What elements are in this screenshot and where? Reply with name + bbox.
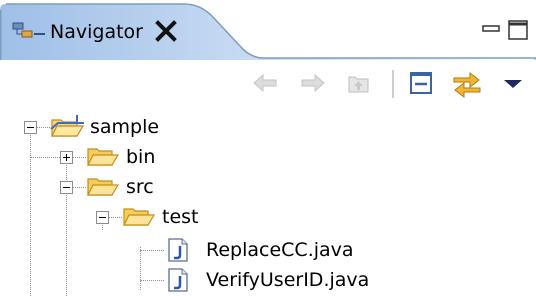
tree-item-sample[interactable]: sample bbox=[50, 112, 170, 142]
back-arrow-icon[interactable] bbox=[248, 66, 282, 100]
tree-guide-line bbox=[30, 127, 31, 296]
view-tab-strip: Navigator bbox=[0, 0, 536, 60]
tree-item-label: test bbox=[162, 206, 199, 228]
tree-guide-line bbox=[66, 157, 67, 296]
tree-guide-line bbox=[30, 157, 60, 158]
collapse-expander[interactable] bbox=[60, 181, 73, 194]
link-with-editor-icon[interactable] bbox=[450, 66, 484, 100]
folder-icon bbox=[87, 148, 120, 166]
toolbar-separator bbox=[392, 70, 395, 98]
navigator-tree: sample bin src test ReplaceCC.java Verif… bbox=[0, 108, 536, 296]
forward-arrow-icon[interactable] bbox=[296, 66, 330, 100]
navigator-view-icon bbox=[12, 22, 46, 42]
tree-guide-line bbox=[108, 217, 122, 218]
view-menu-dropdown-icon[interactable] bbox=[496, 66, 530, 100]
tree-item-label: ReplaceCC.java bbox=[206, 239, 354, 261]
collapse-all-icon[interactable] bbox=[404, 66, 438, 100]
close-icon[interactable] bbox=[153, 18, 179, 44]
java-file-icon bbox=[168, 238, 188, 262]
navigator-view: Navigator sample bin src test ReplaceCC.… bbox=[0, 0, 536, 296]
tree-item-verifyuserid-java[interactable]: VerifyUserID.java bbox=[166, 265, 386, 295]
collapse-expander[interactable] bbox=[96, 211, 109, 224]
up-folder-icon[interactable] bbox=[342, 66, 376, 100]
java-file-icon bbox=[168, 268, 188, 292]
tree-guide-line bbox=[140, 280, 164, 281]
maximize-icon[interactable] bbox=[506, 18, 530, 42]
tree-item-label: VerifyUserID.java bbox=[206, 269, 370, 291]
minimize-icon[interactable] bbox=[480, 18, 502, 40]
view-toolbar bbox=[0, 60, 536, 108]
tree-item-bin[interactable]: bin bbox=[86, 142, 156, 172]
expand-expander[interactable] bbox=[60, 151, 73, 164]
folder-icon bbox=[123, 208, 156, 226]
view-title[interactable]: Navigator bbox=[50, 20, 143, 44]
tree-item-replacecc-java[interactable]: ReplaceCC.java bbox=[166, 235, 366, 265]
tree-item-src[interactable]: src bbox=[86, 172, 156, 202]
tree-guide-line bbox=[140, 247, 141, 290]
tree-guide-line bbox=[72, 157, 86, 158]
tree-guide-line bbox=[72, 187, 86, 188]
tree-guide-line bbox=[140, 250, 164, 251]
tree-guide-line bbox=[36, 127, 50, 128]
project-folder-icon bbox=[50, 115, 85, 137]
tree-item-label: src bbox=[126, 176, 154, 198]
folder-icon bbox=[87, 178, 120, 196]
collapse-expander[interactable] bbox=[24, 121, 37, 134]
tree-item-label: sample bbox=[90, 116, 160, 138]
tree-item-test[interactable]: test bbox=[122, 202, 202, 232]
tree-item-label: bin bbox=[126, 146, 156, 168]
